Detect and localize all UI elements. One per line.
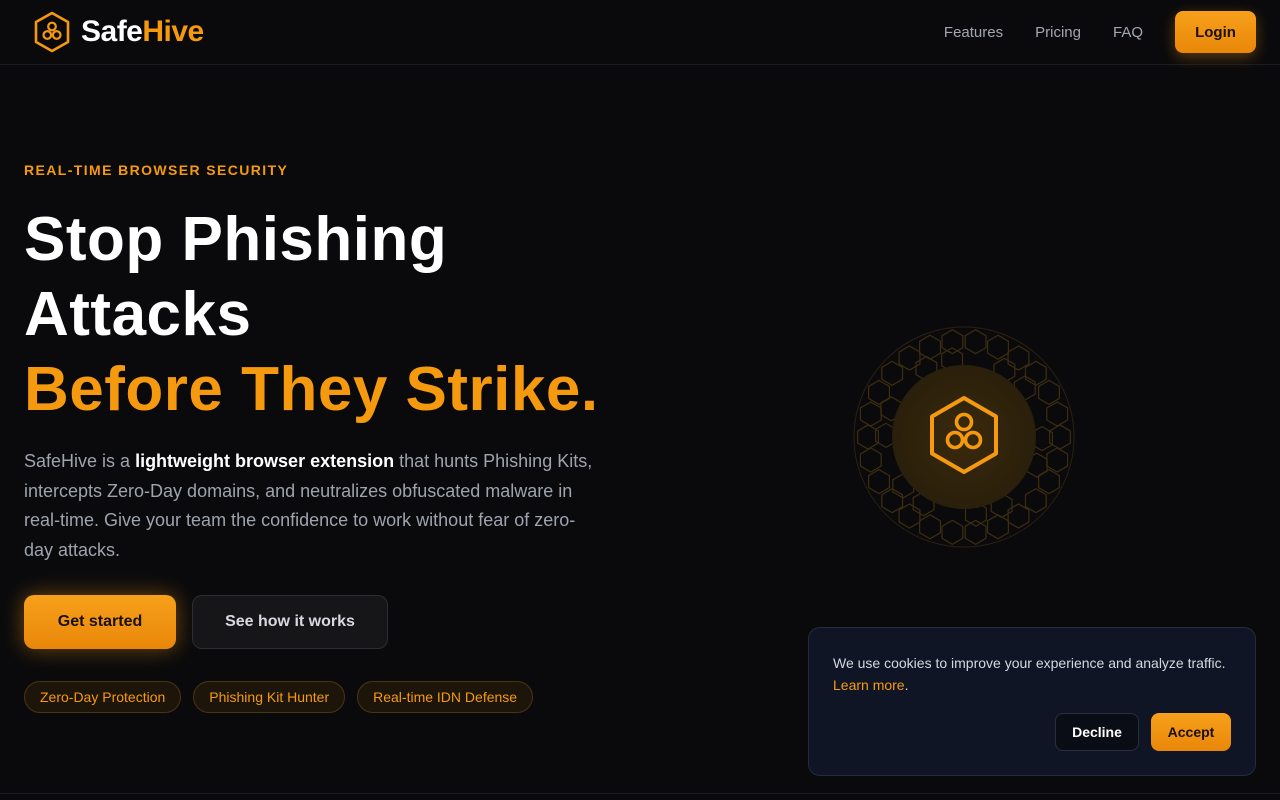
- description-prefix: SafeHive is a: [24, 451, 136, 471]
- hex-cell: [1007, 345, 1030, 371]
- hex-cell: [868, 468, 891, 495]
- nav-link-pricing[interactable]: Pricing: [1035, 24, 1081, 41]
- learn-more-link[interactable]: Learn more: [833, 677, 905, 693]
- hex-cell: [918, 334, 942, 360]
- tag-zero-day-protection: Zero-Day Protection: [24, 681, 182, 713]
- hex-cell: [918, 514, 942, 540]
- get-started-button[interactable]: Get started: [24, 595, 176, 649]
- headline-line-2: Attacks: [24, 280, 252, 349]
- hex-cell: [1038, 379, 1060, 406]
- nav-link-features[interactable]: Features: [944, 24, 1003, 41]
- hex-cell: [898, 345, 921, 371]
- hex-cell: [941, 519, 964, 545]
- hive-logo-icon: [34, 11, 70, 53]
- cookie-message: We use cookies to improve your experienc…: [833, 652, 1233, 696]
- accept-button[interactable]: Accept: [1151, 713, 1231, 751]
- hero-graphic: [844, 322, 1084, 552]
- hero-eyebrow: REAL-TIME BROWSER SECURITY: [24, 162, 289, 178]
- hex-cell: [1024, 488, 1047, 514]
- hex-cell: [898, 503, 921, 529]
- hex-cell: [987, 514, 1009, 540]
- hex-cell: [1038, 468, 1060, 495]
- hex-cell: [987, 334, 1009, 360]
- brand-name: SafeHive: [81, 15, 204, 49]
- hex-cell: [881, 360, 904, 386]
- hex-cell: [859, 447, 882, 473]
- cookie-text-suffix: .: [904, 677, 909, 693]
- login-button[interactable]: Login: [1175, 11, 1256, 53]
- hex-cell: [964, 329, 987, 355]
- decline-button[interactable]: Decline: [1055, 713, 1139, 751]
- hex-ring-graphic: [853, 326, 1075, 548]
- hex-cell: [1007, 503, 1030, 529]
- cookie-text: We use cookies to improve your experienc…: [833, 655, 1226, 671]
- description-highlight: lightweight browser extension: [135, 451, 395, 471]
- hex-cell: [859, 401, 882, 427]
- section-divider: [0, 793, 1280, 794]
- hero-description: SafeHive is a lightweight browser extens…: [24, 447, 594, 565]
- hex-cell: [1024, 360, 1047, 386]
- headline-accent: Before They Strike.: [24, 355, 599, 424]
- headline-line-1: Stop Phishing: [24, 205, 448, 274]
- nav-links: Features Pricing FAQ: [944, 0, 1143, 64]
- brand[interactable]: SafeHive: [33, 10, 204, 54]
- hex-cell: [964, 519, 987, 545]
- feature-tags: Zero-Day Protection Phishing Kit Hunter …: [24, 681, 534, 713]
- cookie-banner: We use cookies to improve your experienc…: [808, 627, 1256, 776]
- brand-name-part1: Safe: [81, 15, 143, 48]
- hex-cell: [868, 379, 891, 406]
- hero-headline: Stop Phishing Attacks Before They Strike…: [24, 202, 644, 427]
- brand-name-part2: Hive: [142, 15, 204, 48]
- see-how-it-works-button[interactable]: See how it works: [192, 595, 388, 649]
- top-nav: SafeHive Features Pricing FAQ Login: [0, 0, 1280, 65]
- shield-core: [892, 365, 1036, 509]
- tag-idn-defense: Real-time IDN Defense: [357, 681, 534, 713]
- hex-cell: [1046, 401, 1069, 427]
- hex-cell: [881, 488, 904, 514]
- tag-phishing-kit-hunter: Phishing Kit Hunter: [193, 681, 346, 713]
- hex-cell: [1046, 447, 1069, 473]
- hex-cell: [941, 329, 964, 355]
- nav-link-faq[interactable]: FAQ: [1113, 24, 1143, 41]
